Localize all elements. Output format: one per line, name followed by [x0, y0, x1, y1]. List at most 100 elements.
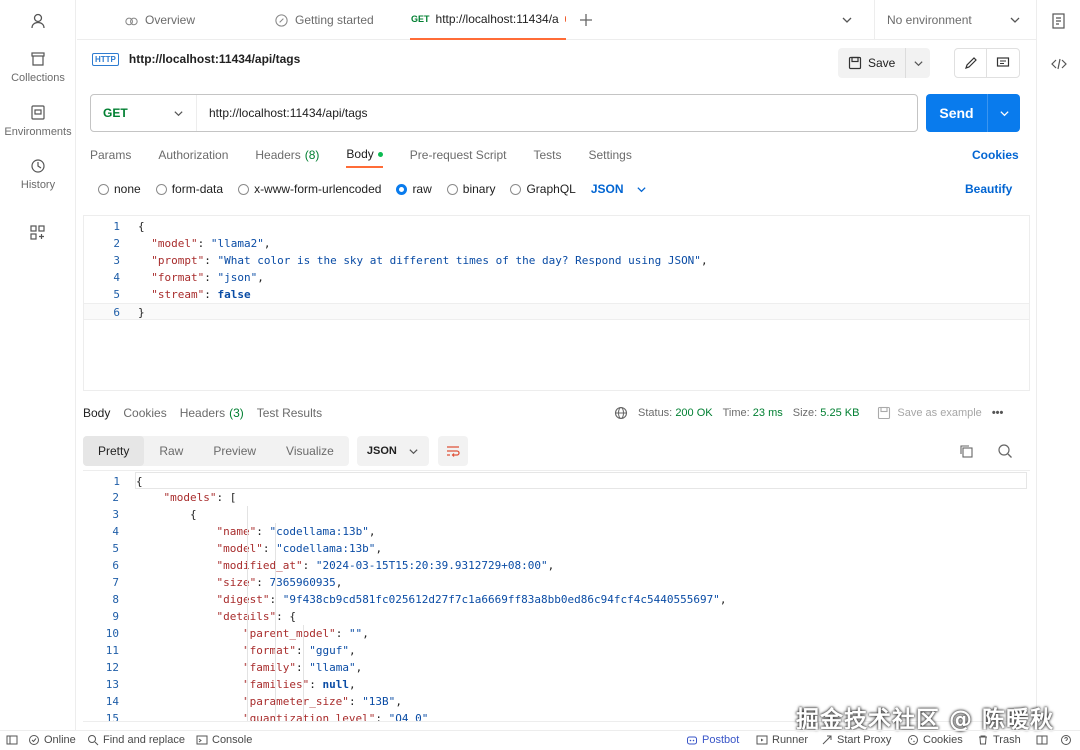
- headers-count: (3): [229, 406, 244, 420]
- code-line: 6}: [84, 303, 1029, 320]
- radio-label: GraphQL: [526, 182, 576, 196]
- view-mode-segment: Pretty Raw Preview Visualize: [83, 436, 349, 466]
- body-type-graphql[interactable]: GraphQL: [510, 182, 576, 196]
- url-input[interactable]: http://localhost:11434/api/tags: [197, 106, 368, 120]
- find-replace-button[interactable]: Find and replace: [87, 734, 185, 746]
- beautify-link[interactable]: Beautify: [965, 182, 1012, 196]
- sidebar-item-label: History: [20, 179, 56, 191]
- body-type-urlencoded[interactable]: x-www-form-urlencoded: [238, 182, 381, 196]
- cookies-button[interactable]: Cookies: [907, 734, 963, 746]
- online-status[interactable]: Online: [28, 734, 76, 746]
- code-line: 8 "digest": "9f438cb9cd581fc025612d27f7c…: [112, 593, 727, 606]
- radio-label: binary: [462, 182, 496, 196]
- sidebar-item-label: Environments: [4, 126, 72, 138]
- sidebar-item-collections[interactable]: Collections: [0, 50, 76, 84]
- tabs-dropdown-button[interactable]: [841, 14, 853, 26]
- http-icon: HTTP: [92, 52, 119, 66]
- right-rail: [1036, 0, 1080, 730]
- response-format-selector[interactable]: JSON: [356, 436, 429, 466]
- more-options-icon[interactable]: •••: [992, 407, 1004, 419]
- radio-icon: [155, 183, 167, 195]
- status-value: 200 OK: [675, 407, 713, 419]
- tab-label: Pre-request Script: [409, 148, 507, 162]
- raw-format-selector[interactable]: JSON: [591, 182, 647, 196]
- environment-selector[interactable]: No environment: [874, 0, 1036, 40]
- tab-params[interactable]: Params: [90, 142, 131, 168]
- time-info[interactable]: Time: 23 ms: [723, 407, 783, 419]
- send-button[interactable]: Send: [926, 94, 988, 132]
- pencil-icon: [964, 57, 977, 69]
- size-value: 5.25 KB: [820, 407, 860, 419]
- save-options-button[interactable]: [906, 58, 930, 69]
- radio-icon: [98, 183, 109, 195]
- unsaved-dot-icon: [564, 16, 566, 22]
- send-options-button[interactable]: [988, 108, 1020, 119]
- console-button[interactable]: Console: [196, 734, 252, 746]
- body-type-none[interactable]: none: [98, 182, 141, 196]
- code-line: 4 "format": "json",: [113, 271, 264, 284]
- search-button[interactable]: [997, 443, 1013, 459]
- tab-label: Params: [90, 148, 132, 162]
- response-toolbar: Pretty Raw Preview Visualize JSON: [83, 436, 468, 466]
- view-mode-pretty[interactable]: Pretty: [83, 436, 145, 466]
- trash-button[interactable]: Trash: [977, 734, 1021, 746]
- cookies-link[interactable]: Cookies: [972, 148, 1019, 162]
- save-button-group: Save: [838, 48, 930, 78]
- body-type-form-data[interactable]: form-data: [155, 182, 223, 196]
- tab-pre-request-script[interactable]: Pre-request Script: [410, 142, 507, 168]
- code-line: 2 "model": "llama2",: [113, 237, 271, 250]
- tab-overview[interactable]: Overview: [124, 0, 195, 40]
- code-button[interactable]: [1050, 55, 1068, 73]
- response-body-viewer[interactable]: 1{ 2 "models": [ 3 { 4 "name": "codellam…: [83, 470, 1030, 722]
- tab-settings[interactable]: Settings: [589, 142, 632, 168]
- request-name[interactable]: http://localhost:11434/api/tags: [129, 52, 300, 66]
- body-type-binary[interactable]: binary: [446, 182, 496, 196]
- environment-icon: [31, 105, 45, 120]
- tab-getting-started[interactable]: Getting started: [274, 0, 374, 40]
- response-tab-cookies[interactable]: Cookies: [123, 400, 166, 426]
- help-icon: [1061, 735, 1071, 745]
- save-button[interactable]: Save: [838, 48, 906, 78]
- tab-authorization[interactable]: Authorization: [158, 142, 228, 168]
- start-proxy-button[interactable]: Start Proxy: [821, 734, 891, 746]
- edit-button[interactable]: [955, 49, 988, 77]
- request-body-editor[interactable]: 1{ 2 "model": "llama2", 3 "prompt": "Wha…: [83, 215, 1030, 391]
- tab-headers[interactable]: Headers (8): [255, 142, 319, 168]
- status-info[interactable]: Status: 200 OK: [638, 407, 713, 419]
- response-tab-body[interactable]: Body: [83, 400, 110, 426]
- response-tab-test-results[interactable]: Test Results: [257, 400, 322, 426]
- layout-toggle-button[interactable]: [1036, 734, 1048, 746]
- save-icon: [878, 406, 891, 420]
- tab-label: Body: [346, 147, 374, 161]
- view-mode-preview[interactable]: Preview: [198, 436, 271, 466]
- copy-button[interactable]: [958, 443, 974, 459]
- response-tab-headers[interactable]: Headers (3): [180, 400, 244, 426]
- wrap-lines-button[interactable]: [437, 436, 468, 466]
- tab-tests[interactable]: Tests: [533, 142, 561, 168]
- body-type-raw[interactable]: raw: [396, 182, 432, 196]
- toggle-sidebar-button[interactable]: [6, 734, 18, 746]
- code-line: 5 "model": "codellama:13b",: [112, 542, 383, 555]
- new-tab-button[interactable]: [578, 12, 594, 28]
- postbot-button[interactable]: Postbot: [686, 734, 739, 746]
- radio-label: none: [114, 182, 141, 196]
- indent-guide: [275, 523, 276, 721]
- tab-label: Test Results: [256, 406, 323, 420]
- api-docs-button[interactable]: [1050, 12, 1068, 30]
- help-button[interactable]: [1060, 734, 1072, 746]
- tab-label: Overview: [145, 13, 196, 27]
- account-button[interactable]: [0, 12, 76, 34]
- tab-request[interactable]: GET http://localhost:11434/a: [410, 0, 566, 40]
- comments-button[interactable]: [987, 49, 1019, 77]
- sidebar-item-environments[interactable]: Environments: [0, 104, 76, 138]
- sidebar-item-history[interactable]: History: [0, 157, 76, 191]
- view-mode-raw[interactable]: Raw: [144, 436, 198, 466]
- tab-body[interactable]: Body: [346, 142, 383, 168]
- method-selector[interactable]: GET: [91, 95, 197, 131]
- runner-button[interactable]: Runner: [756, 734, 808, 746]
- sidebar-item-more[interactable]: [0, 224, 76, 246]
- chevron-down-icon: [174, 110, 183, 116]
- save-as-example-button[interactable]: Save as example: [877, 406, 982, 420]
- size-info[interactable]: Size: 5.25 KB: [793, 407, 860, 419]
- view-mode-visualize[interactable]: Visualize: [271, 436, 349, 466]
